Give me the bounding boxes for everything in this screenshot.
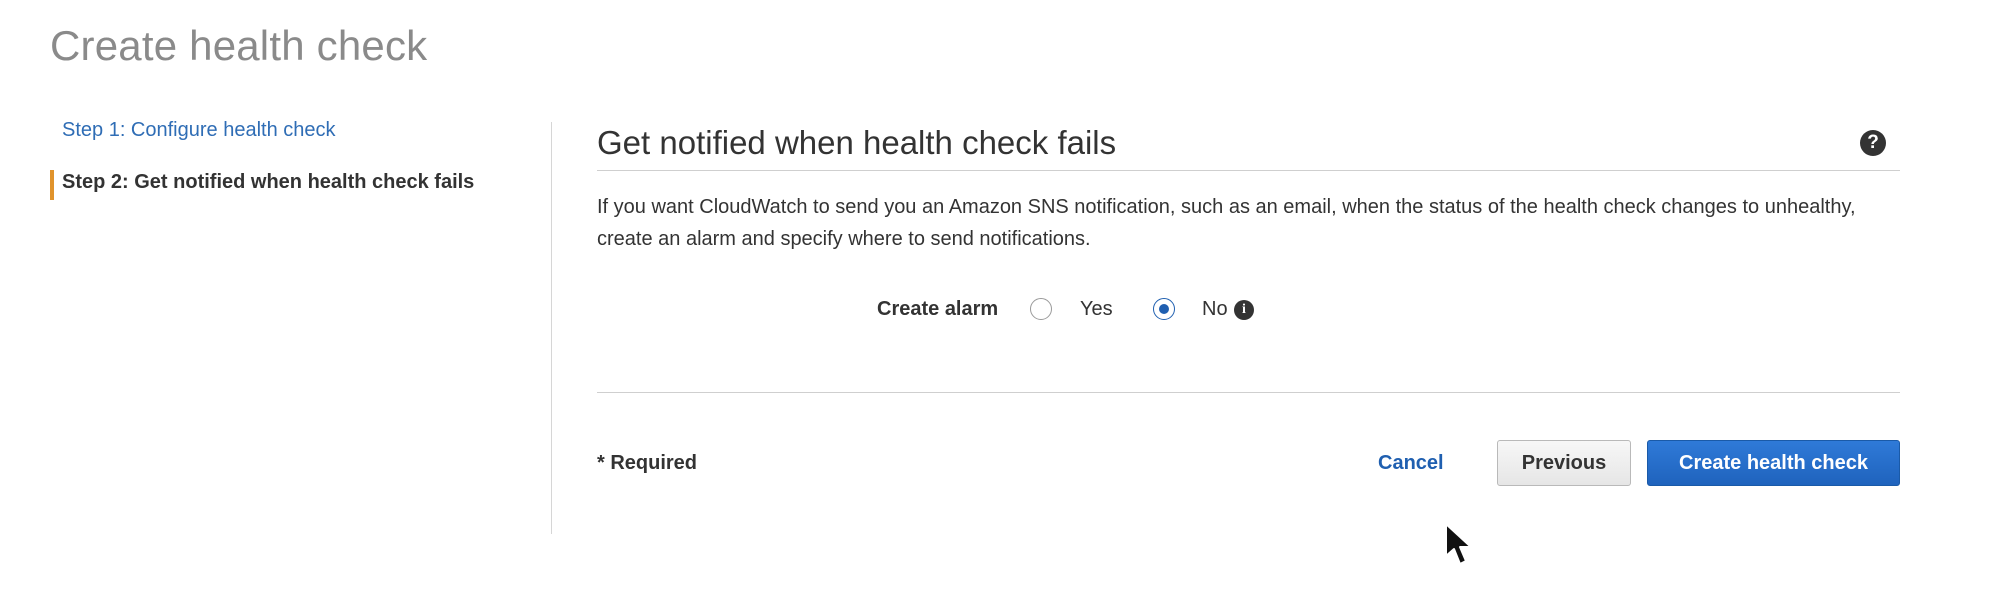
step-1-link[interactable]: Step 1: Configure health check [50,116,530,144]
alarm-yes-radio[interactable] [1030,298,1052,320]
previous-button[interactable]: Previous [1497,440,1631,486]
mouse-pointer-icon [1445,523,1472,565]
section-title: Get notified when health check fails [597,124,1117,161]
current-step-marker [50,170,54,200]
footer-divider [597,392,1900,393]
alarm-no-radio[interactable] [1153,298,1175,320]
help-icon[interactable]: ? [1860,130,1886,156]
wizard-footer: * Required Cancel Previous Create health… [597,440,1900,488]
section-description: If you want CloudWatch to send you an Am… [597,196,1856,250]
create-alarm-row: Create alarm Yes No i [597,290,1900,330]
vertical-divider [551,122,552,534]
step-2-label: Step 2: Get notified when health check f… [62,171,475,193]
create-health-check-button[interactable]: Create health check [1647,440,1900,486]
step-2-current: Step 2: Get notified when health check f… [50,168,530,200]
info-icon[interactable]: i [1234,300,1254,320]
notification-section: Get notified when health check fails ? I… [597,120,1900,320]
wizard-steps: Step 1: Configure health check Step 2: G… [50,116,530,200]
create-health-check-page: Create health check Step 1: Configure he… [0,0,2016,610]
cancel-button[interactable]: Cancel [1378,452,1444,475]
page-title: Create health check [50,22,428,69]
alarm-no-label[interactable]: No [1202,298,1228,321]
create-alarm-label: Create alarm [877,298,999,320]
required-note: * Required [597,452,698,474]
alarm-yes-label[interactable]: Yes [1080,298,1113,321]
section-header: Get notified when health check fails ? [597,120,1900,171]
